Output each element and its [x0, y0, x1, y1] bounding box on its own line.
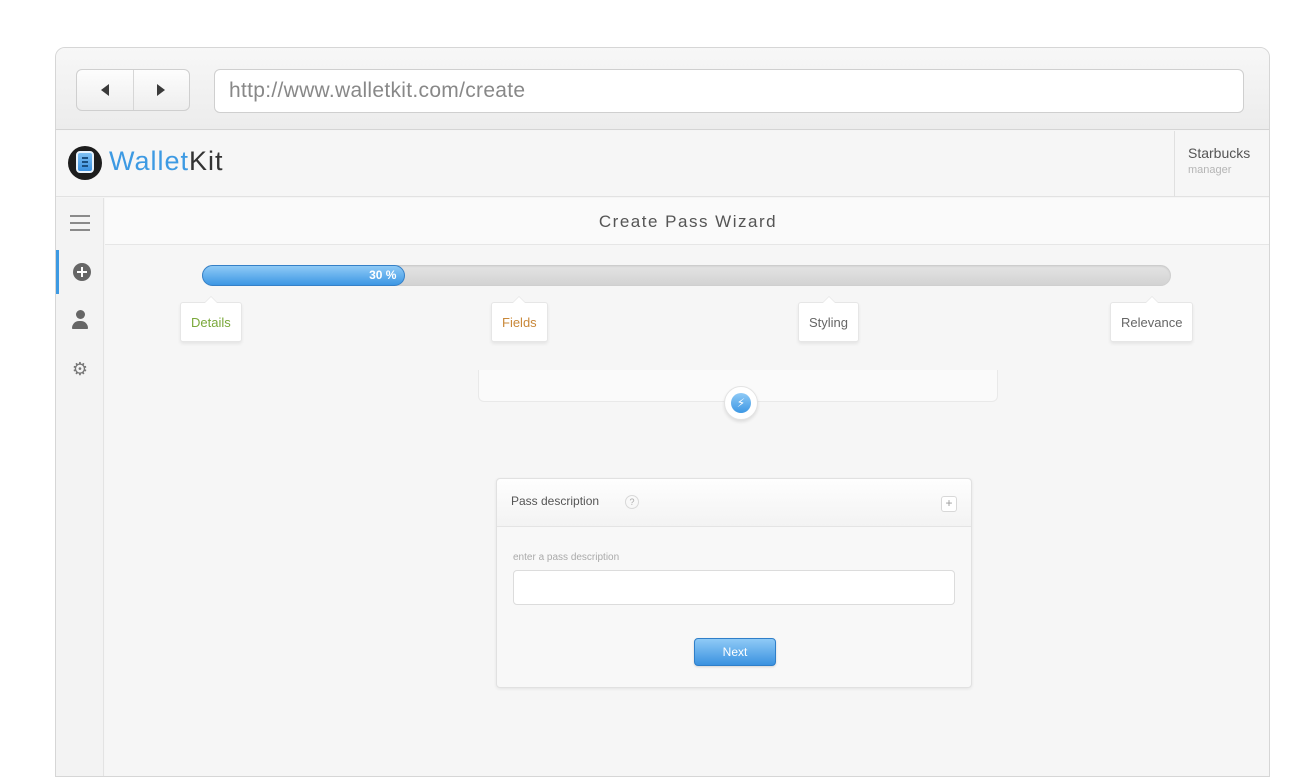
- pass-description-input[interactable]: [513, 570, 955, 605]
- main-content: Create Pass Wizard 30 % Details Fields S…: [105, 198, 1269, 776]
- progress-bar: 30 %: [202, 265, 1171, 286]
- next-button[interactable]: Next: [694, 638, 776, 666]
- step-label: Details: [191, 315, 231, 330]
- brand-logo[interactable]: WalletKit: [109, 146, 224, 177]
- step-styling[interactable]: Styling: [798, 296, 860, 342]
- address-bar[interactable]: http://www.walletkit.com/create: [214, 69, 1244, 113]
- app-header: WalletKit Starbucks manager: [56, 131, 1269, 197]
- page-title: Create Pass Wizard: [105, 198, 1269, 245]
- user-menu[interactable]: Starbucks manager: [1174, 131, 1269, 197]
- back-button[interactable]: [77, 70, 133, 110]
- step-label: Fields: [502, 315, 537, 330]
- user-role: manager: [1188, 164, 1232, 176]
- help-icon[interactable]: ?: [625, 495, 639, 509]
- step-label: Relevance: [1121, 315, 1183, 330]
- sidebar-item-settings[interactable]: ⚙: [56, 348, 104, 392]
- brand-wallet: Wallet: [109, 146, 190, 176]
- field-label: enter a pass description: [513, 552, 620, 563]
- panel-header: Pass description ? +: [497, 479, 971, 527]
- browser-toolbar: http://www.walletkit.com/create: [56, 48, 1269, 130]
- browser-window: http://www.walletkit.com/create WalletKi…: [55, 47, 1270, 777]
- nav-buttons: [76, 69, 190, 111]
- pass-description-panel: Pass description ? + enter a pass descri…: [496, 478, 972, 688]
- expand-button[interactable]: +: [941, 496, 957, 512]
- menu-icon: [70, 215, 90, 231]
- panel-title: Pass description: [511, 494, 600, 508]
- wallet-phone-icon: [68, 146, 102, 180]
- sidebar-item-create[interactable]: [56, 250, 104, 294]
- step-relevance[interactable]: Relevance: [1110, 296, 1194, 342]
- sidebar-item-users[interactable]: [56, 298, 104, 342]
- forward-arrow-icon: [157, 84, 166, 96]
- progress-label: 30 %: [369, 268, 397, 282]
- forward-button[interactable]: [132, 70, 190, 110]
- sidebar: ⚙: [56, 198, 104, 776]
- user-name: Starbucks: [1188, 145, 1251, 161]
- step-label: Styling: [809, 315, 849, 330]
- plus-circle-icon: [72, 263, 91, 281]
- step-details[interactable]: Details: [180, 296, 242, 342]
- sidebar-item-menu[interactable]: [56, 201, 104, 245]
- gear-icon: ⚙: [71, 359, 89, 380]
- progress-fill: 30 %: [202, 265, 406, 286]
- lightning-button[interactable]: ⚡: [724, 386, 758, 420]
- step-fields[interactable]: Fields: [491, 296, 548, 342]
- back-arrow-icon: [100, 84, 109, 96]
- user-icon: [71, 310, 89, 330]
- brand-kit: Kit: [189, 146, 224, 176]
- lightning-icon: ⚡: [731, 393, 751, 413]
